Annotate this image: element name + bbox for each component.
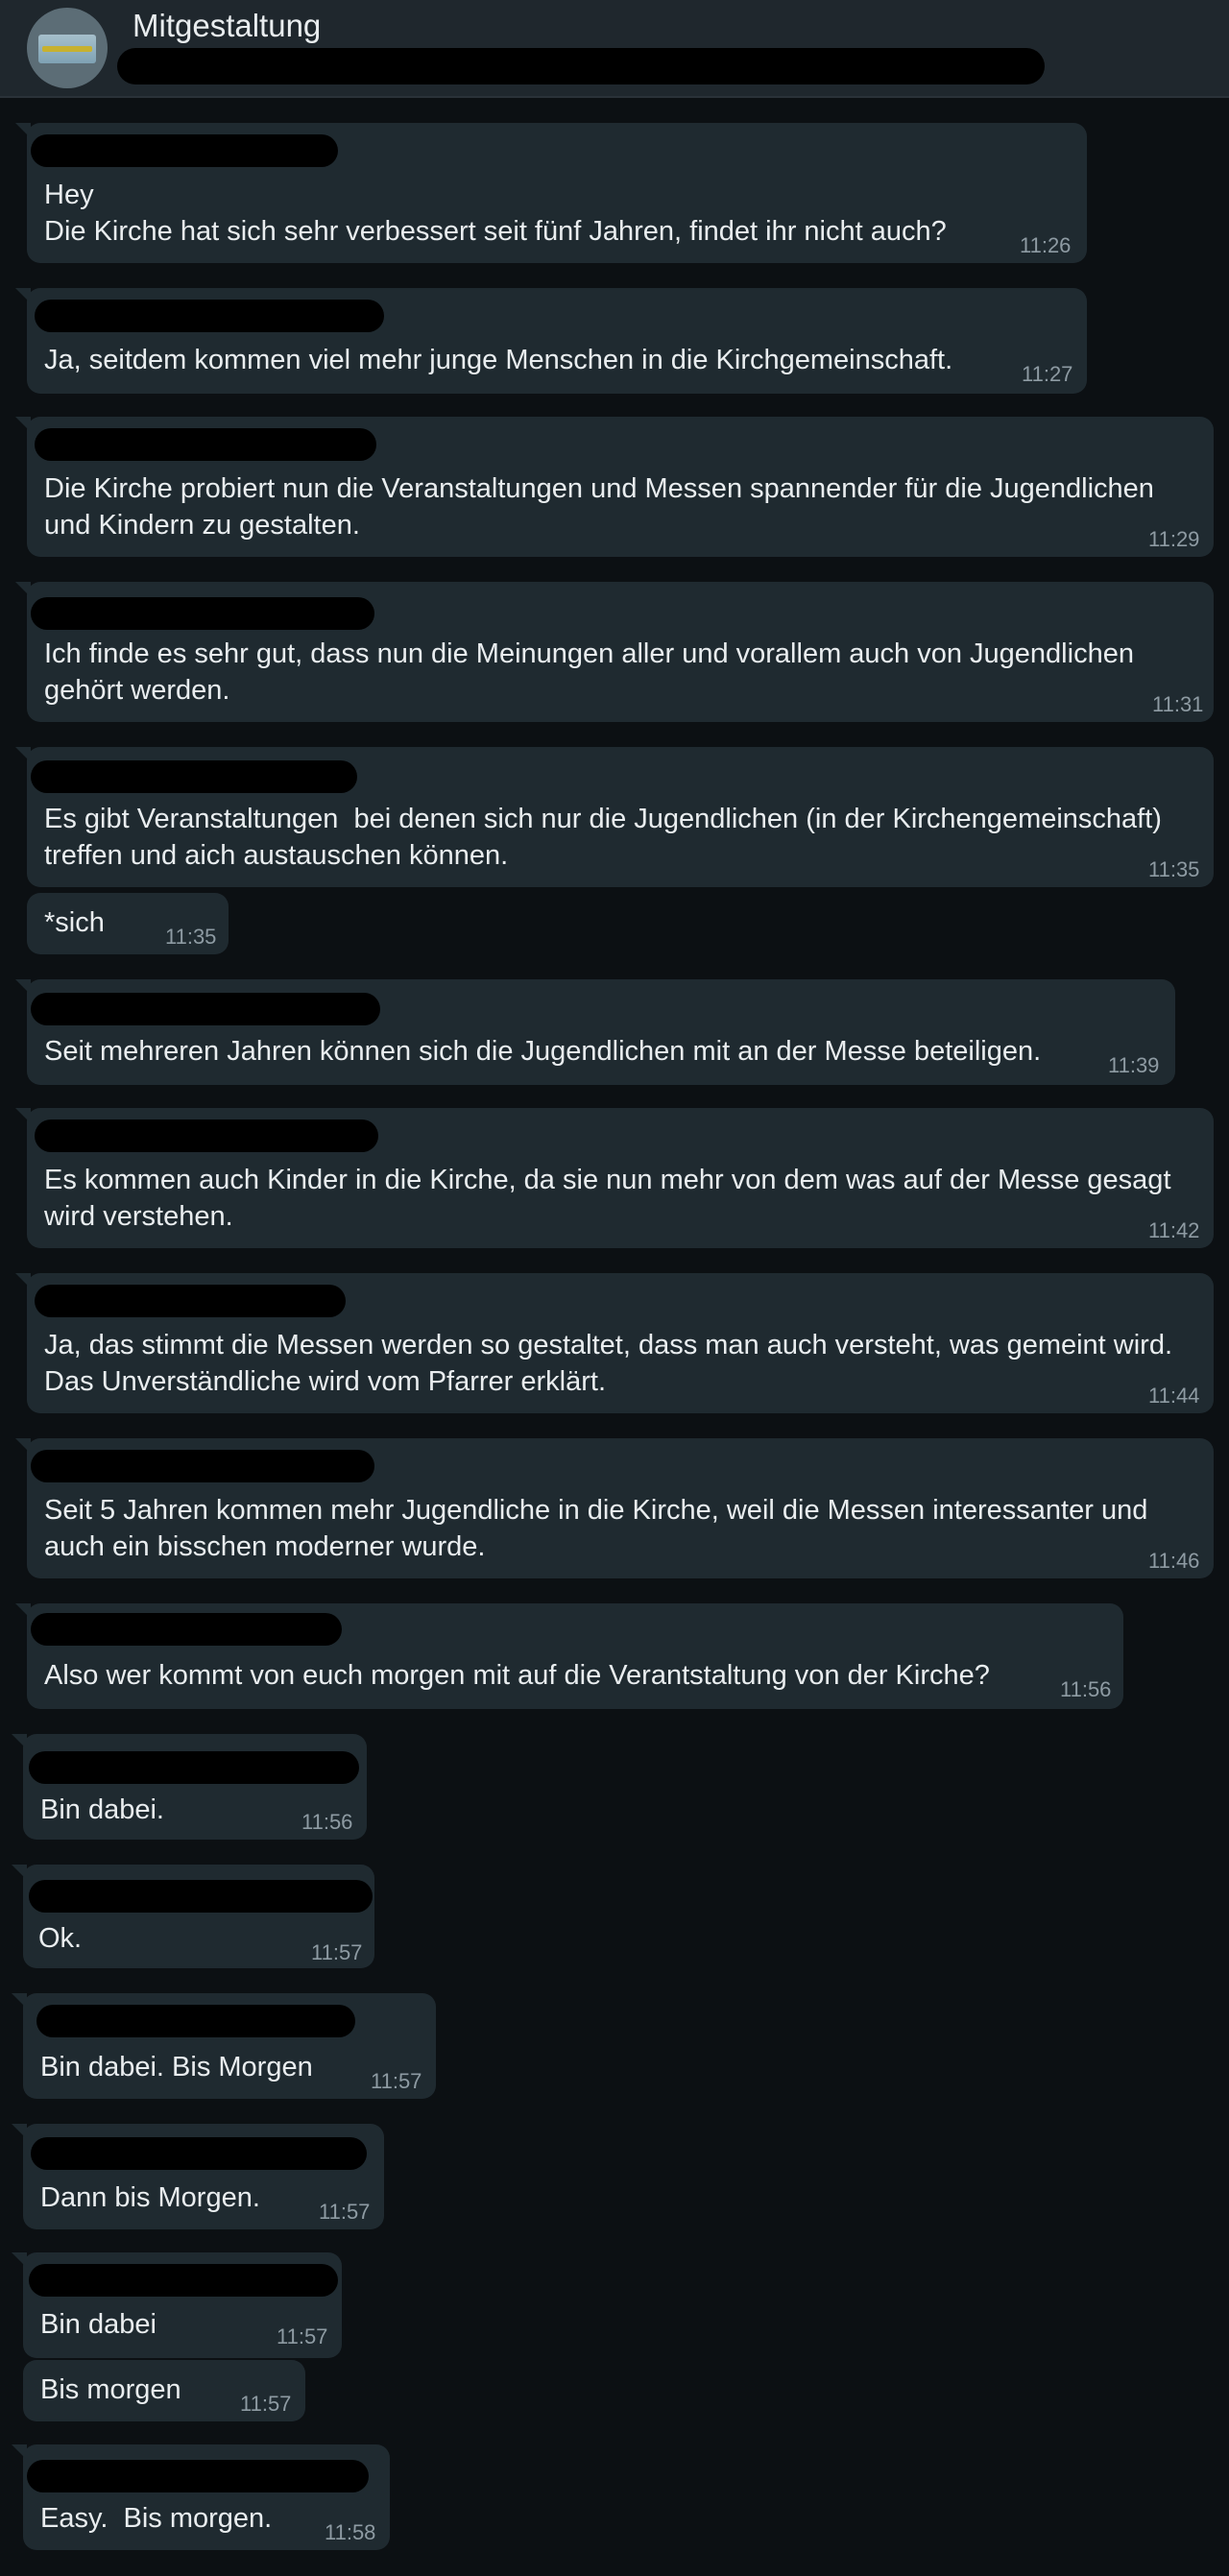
message-text: Bis morgen — [40, 2374, 181, 2405]
message-time: 11:31 — [1152, 692, 1204, 716]
avatar-image-detail — [42, 46, 92, 52]
message-text: Es gibt Veranstaltungen bei denen sich n… — [44, 804, 1162, 871]
sender-name-redacted — [29, 1880, 373, 1913]
message-bubble[interactable]: Bis morgen 11:57 — [23, 2360, 305, 2421]
message-text: Bin dabei. Bis Morgen — [40, 2052, 313, 2082]
message-text: Bin dabei. — [40, 1794, 164, 1825]
message-time: 11:35 — [1148, 857, 1200, 881]
message-time: 11:35 — [165, 925, 217, 949]
message-bubble[interactable]: Dann bis Morgen. 11:57 — [12, 2124, 384, 2229]
message-time: 11:57 — [311, 1940, 363, 1964]
message-bubble[interactable]: Seit mehreren Jahren können sich die Jug… — [15, 979, 1175, 1085]
message-time: 11:46 — [1148, 1549, 1200, 1573]
message-bubble[interactable]: Seit 5 Jahren kommen mehr Jugendliche in… — [15, 1438, 1214, 1578]
message-text: Es kommen auch Kinder in die Kirche, da … — [44, 1165, 1171, 1232]
message-time: 11:26 — [1020, 233, 1072, 257]
message-bubble[interactable]: Hey Die Kirche hat sich sehr verbessert … — [15, 123, 1087, 263]
participants-redacted — [117, 48, 1045, 84]
message-time: 11:56 — [1060, 1677, 1112, 1701]
sender-name-redacted — [27, 2460, 369, 2492]
message-time: 11:57 — [240, 2392, 292, 2416]
sender-name-redacted — [29, 1751, 359, 1784]
message-time: 11:58 — [325, 2520, 376, 2544]
message-time: 11:57 — [277, 2324, 328, 2348]
group-avatar[interactable] — [27, 8, 108, 88]
message-text: Ok. — [38, 1923, 83, 1954]
message-text: Ich finde es sehr gut, dass nun die Mein… — [44, 638, 1134, 706]
message-text: Also wer kommt von euch morgen mit auf d… — [44, 1660, 990, 1691]
message-text: Ja, seitdem kommen viel mehr junge Mensc… — [44, 345, 953, 375]
message-text: Easy. Bis morgen. — [40, 2503, 273, 2534]
message-time: 11:57 — [371, 2069, 422, 2093]
message-bubble[interactable]: Die Kirche probiert nun die Veranstaltun… — [15, 417, 1214, 557]
sender-name-redacted — [31, 1613, 342, 1646]
message-time: 11:29 — [1148, 527, 1200, 551]
message-text: Seit mehreren Jahren können sich die Jug… — [44, 1036, 1042, 1067]
message-text: Die Kirche probiert nun die Veranstaltun… — [44, 473, 1154, 541]
message-time: 11:57 — [319, 2200, 371, 2224]
sender-name-redacted — [35, 1285, 346, 1317]
sender-name-redacted — [31, 1450, 374, 1482]
message-bubble[interactable]: Ich finde es sehr gut, dass nun die Mein… — [15, 582, 1214, 722]
message-bubble[interactable]: Also wer kommt von euch morgen mit auf d… — [15, 1603, 1123, 1709]
sender-name-redacted — [31, 597, 374, 630]
sender-name-redacted — [36, 2005, 355, 2037]
chat-title[interactable]: Mitgestaltung — [133, 8, 321, 44]
sender-name-redacted — [31, 760, 357, 793]
message-text: Dann bis Morgen. — [40, 2182, 260, 2213]
message-bubble[interactable]: Es gibt Veranstaltungen bei denen sich n… — [15, 747, 1214, 887]
message-time: 11:27 — [1022, 362, 1073, 386]
message-bubble[interactable]: Ok. 11:57 — [12, 1865, 374, 1968]
message-text: Bin dabei — [40, 2309, 157, 2340]
message-text: Hey Die Kirche hat sich sehr verbessert … — [44, 180, 947, 247]
message-bubble[interactable]: *sich 11:35 — [27, 893, 229, 954]
message-bubble[interactable]: Ja, seitdem kommen viel mehr junge Mensc… — [15, 288, 1087, 394]
message-text: Ja, das stimmt die Messen werden so gest… — [44, 1330, 1173, 1397]
message-text: *sich — [44, 907, 105, 938]
message-bubble[interactable]: Easy. Bis morgen. 11:58 — [12, 2444, 390, 2550]
sender-name-redacted — [35, 300, 384, 332]
message-bubble[interactable]: Bin dabei. 11:56 — [12, 1734, 367, 1840]
message-time: 11:56 — [301, 1810, 353, 1834]
sender-name-redacted — [31, 2137, 367, 2170]
message-time: 11:44 — [1148, 1384, 1200, 1408]
sender-name-redacted — [35, 428, 376, 461]
message-text: Seit 5 Jahren kommen mehr Jugendliche in… — [44, 1495, 1148, 1562]
sender-name-redacted — [31, 134, 338, 167]
chat-header: Mitgestaltung — [0, 0, 1229, 98]
message-bubble[interactable]: Ja, das stimmt die Messen werden so gest… — [15, 1273, 1214, 1413]
message-bubble[interactable]: Es kommen auch Kinder in die Kirche, da … — [15, 1108, 1214, 1248]
message-bubble[interactable]: Bin dabei. Bis Morgen 11:57 — [12, 1993, 436, 2099]
message-time: 11:42 — [1148, 1218, 1200, 1242]
sender-name-redacted — [35, 1119, 378, 1152]
sender-name-redacted — [31, 993, 380, 1025]
message-time: 11:39 — [1108, 1053, 1160, 1077]
message-bubble[interactable]: Bin dabei 11:57 — [12, 2252, 342, 2358]
sender-name-redacted — [29, 2264, 338, 2297]
